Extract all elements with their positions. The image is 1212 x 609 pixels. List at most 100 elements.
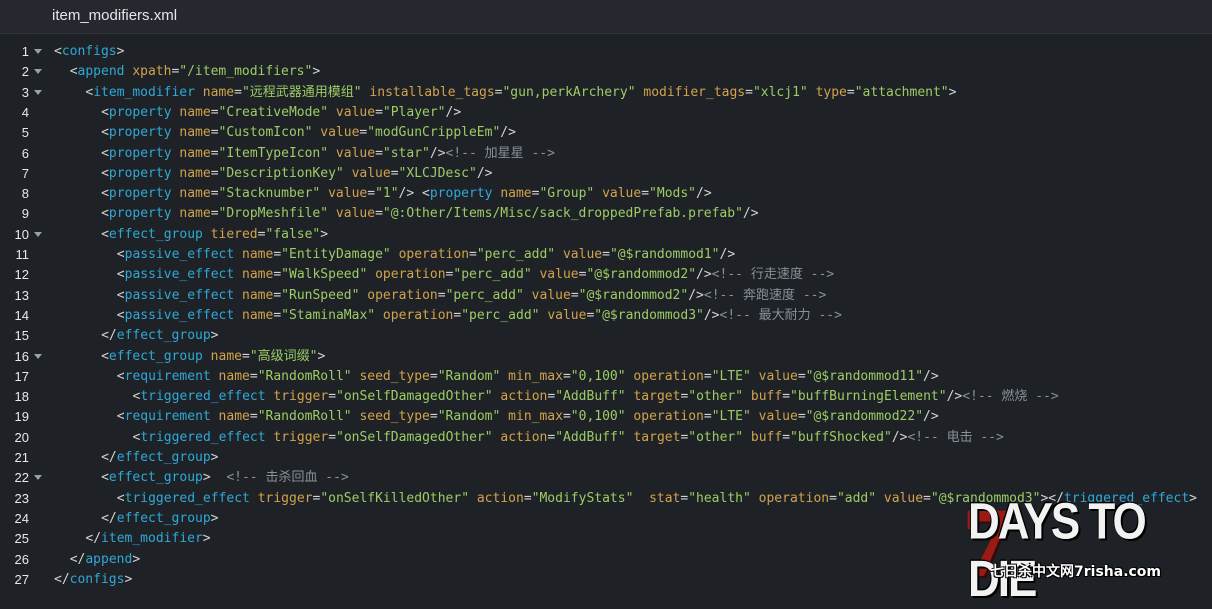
code-attribute-name: name [218, 409, 250, 424]
code-line[interactable]: 21 </effect_group> [0, 448, 1212, 468]
fold-chevron-icon[interactable] [34, 49, 42, 54]
line-number: 5 [21, 125, 29, 140]
code-attribute-value: "gun,perkArchery" [502, 85, 636, 100]
code-attribute-name: value [758, 369, 798, 384]
code-punctuation: > [317, 349, 326, 364]
code-comment: <!-- 行走速度 --> [711, 267, 835, 282]
fold-chevron-icon[interactable] [34, 232, 42, 237]
code-punctuation: < [116, 409, 125, 424]
code-attribute-name: seed_type [359, 409, 430, 424]
code-line[interactable]: 9 <property name="DropMeshfile" value="@:… [0, 204, 1212, 224]
code-line[interactable]: 13 <passive_effect name="RunSpeed" operat… [0, 286, 1212, 306]
code-line[interactable]: 10 <effect_group tiered="false"> [0, 225, 1212, 245]
code-content: </effect_group> [101, 326, 218, 346]
code-line[interactable]: 1 <configs> [0, 42, 1212, 62]
code-line[interactable]: 7 <property name="DescriptionKey" value="… [0, 164, 1212, 184]
code-comment: <!-- 奔跑速度 --> [703, 288, 827, 303]
code-attribute-name: name [179, 206, 211, 221]
fold-chevron-icon[interactable] [34, 354, 42, 359]
code-tag-name: configs [69, 572, 125, 587]
code-line[interactable]: 2 <append xpath="/item_modifiers"> [0, 62, 1212, 82]
code-punctuation: /> [688, 288, 704, 303]
code-line[interactable]: 16 <effect_group name="高级词缀"> [0, 347, 1212, 367]
file-name-tab[interactable]: item_modifiers.xml [52, 7, 177, 24]
code-attribute-name: name [242, 247, 274, 262]
code-punctuation: > [210, 450, 219, 465]
line-number: 20 [14, 430, 29, 445]
code-tag-name: item_modifier [101, 531, 203, 546]
code-line[interactable]: 11 <passive_effect name="EntityDamage" op… [0, 245, 1212, 265]
code-attribute-value: "Random" [437, 369, 501, 384]
code-equals: = [641, 186, 650, 201]
code-punctuation: < [101, 166, 109, 181]
code-equals: = [210, 146, 219, 161]
code-attribute-name: action [500, 430, 548, 445]
code-comment: <!-- 加星星 --> [445, 146, 555, 161]
code-attribute-value: "perc_add" [476, 247, 556, 262]
code-equals: = [210, 125, 219, 140]
code-line[interactable]: 17 <requirement name="RandomRoll" seed_ty… [0, 367, 1212, 387]
line-number: 6 [21, 146, 29, 161]
line-number: 1 [21, 44, 29, 59]
code-equals: = [797, 369, 806, 384]
code-attribute-value: "@$randommod2" [578, 288, 689, 303]
code-line[interactable]: 15 </effect_group> [0, 326, 1212, 346]
fold-chevron-icon[interactable] [34, 90, 42, 95]
code-tag-name: effect_group [108, 227, 203, 242]
line-number: 21 [14, 450, 29, 465]
code-punctuation: < [101, 186, 109, 201]
code-attribute-name: operation [633, 369, 704, 384]
code-attribute-value: "add" [836, 491, 877, 506]
code-attribute-value: "0,100" [570, 369, 626, 384]
code-line[interactable]: 22 <effect_group> <!-- 击杀回血 --> [0, 468, 1212, 488]
code-attribute-value: "@:Other/Items/Misc/sack_droppedPrefab.p… [382, 206, 743, 221]
code-line[interactable]: 20 <triggered_effect trigger="onSelfDamag… [0, 428, 1212, 448]
line-number: 14 [14, 308, 29, 323]
code-tag-name: effect_group [116, 450, 211, 465]
code-punctuation: /> [923, 409, 939, 424]
code-punctuation: > [948, 85, 957, 100]
code-equals: = [249, 409, 258, 424]
code-content: <passive_effect name="EntityDamage" oper… [117, 245, 735, 265]
line-number: 3 [21, 85, 29, 100]
code-line[interactable]: 4 <property name="CreativeMode" value="Pl… [0, 103, 1212, 123]
code-content: <passive_effect name="RunSpeed" operatio… [117, 286, 827, 306]
code-attribute-name: value [335, 146, 376, 161]
line-number: 7 [21, 166, 29, 181]
code-line[interactable]: 14 <passive_effect name="StaminaMax" oper… [0, 306, 1212, 326]
code-content: <effect_group tiered="false"> [101, 225, 328, 245]
code-attribute-name: xpath [132, 64, 172, 79]
code-line[interactable]: 8 <property name="Stacknumber" value="1"/… [0, 184, 1212, 204]
code-attribute-name: name [179, 186, 211, 201]
code-line[interactable]: 3 <item_modifier name="远程武器通用模组" installa… [0, 83, 1212, 103]
fold-chevron-icon[interactable] [34, 475, 42, 480]
code-content: <passive_effect name="WalkSpeed" operati… [117, 265, 834, 285]
code-tag-name: property [108, 105, 172, 120]
code-equals: = [273, 247, 282, 262]
code-content: <property name="DropMeshfile" value="@:O… [101, 204, 758, 224]
code-line[interactable]: 12 <passive_effect name="WalkSpeed" opera… [0, 265, 1212, 285]
code-line[interactable]: 18 <triggered_effect trigger="onSelfDamag… [0, 387, 1212, 407]
code-line[interactable]: 19 <requirement name="RandomRoll" seed_ty… [0, 407, 1212, 427]
code-line[interactable]: 5 <property name="CustomIcon" value="modG… [0, 123, 1212, 143]
code-attribute-value: "ModifyStats" [531, 491, 634, 506]
code-line[interactable]: 6 <property name="ItemTypeIcon" value="st… [0, 144, 1212, 164]
code-attribute-name: modifier_tags [643, 85, 746, 100]
code-content: <property name="DescriptionKey" value="X… [101, 164, 492, 184]
code-equals: = [602, 247, 610, 262]
code-equals: = [328, 389, 337, 404]
code-tag-name: requirement [124, 409, 211, 424]
code-tag-name: property [429, 186, 493, 201]
fold-chevron-icon[interactable] [34, 69, 42, 74]
code-equals: = [547, 430, 556, 445]
